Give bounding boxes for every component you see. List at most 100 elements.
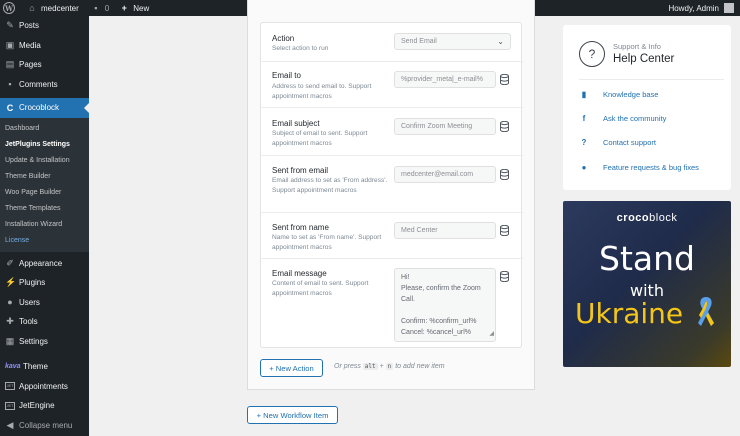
kbd-alt: alt [362,363,378,370]
media-icon: ▣ [5,39,15,50]
email-to-row: Email to Address to send email to. Suppo… [261,62,523,108]
email-subject-input[interactable]: Confirm Zoom Meeting [394,118,496,135]
email-message-textarea[interactable]: Hi! Please, confirm the Zoom Call. Confi… [394,268,496,342]
appointments-icon: JET [5,382,15,391]
action-settings-card: Action Select action to run Send Email ⌄… [260,22,523,348]
book-icon: ▮ [581,89,587,99]
feature-requests-link[interactable]: ● Feature requests & bug fixes [579,162,699,172]
hint-plus: + [379,363,384,370]
menu-item-theme[interactable]: kava Theme [0,357,89,377]
menu-label: Posts [19,21,40,31]
database-icon[interactable] [500,225,509,236]
sent-from-name-desc: Name to set as 'From name'. Support appo… [272,234,382,251]
action-desc: Select action to run [272,45,329,52]
menu-item-users[interactable]: ● Users [0,293,89,313]
collapse-menu-button[interactable]: ◀ Collapse menu [0,416,89,436]
menu-item-jetengine[interactable]: JET JetEngine [0,396,89,416]
logo-bold: croco [616,212,650,224]
submenu-theme-builder[interactable]: Theme Builder [0,169,89,185]
email-message-desc: Content of email to sent. Support appoin… [272,280,369,297]
submenu-jetplugins-settings[interactable]: JetPlugins Settings [0,137,89,153]
submenu-installation-wizard[interactable]: Installation Wizard [0,217,89,233]
email-to-title: Email to [272,71,301,80]
email-to-input[interactable]: %provider_meta|_e-mail% [394,71,496,88]
email-subject-desc: Subject of email to sent. Support appoin… [272,130,368,147]
database-icon[interactable] [500,121,509,132]
sent-from-name-row: Sent from name Name to set as 'From name… [261,213,523,259]
banner-line-3: Ukraine [575,297,684,330]
comments-link[interactable]: ▪ 0 [91,3,109,13]
account-menu[interactable]: Howdy, Admin [668,3,734,13]
action-select[interactable]: Send Email ⌄ [394,33,511,50]
email-subject-title: Email subject [272,119,320,128]
menu-item-posts[interactable]: ✎ Posts [0,16,89,36]
menu-label: JetEngine [19,401,55,411]
submenu-update-installation[interactable]: Update & Installation [0,153,89,169]
submenu-dashboard[interactable]: Dashboard [0,121,89,137]
message-line: Cancel: %cancel_url% [401,329,472,336]
divider [579,79,724,80]
database-icon[interactable] [500,271,509,282]
menu-label: Users [19,297,40,307]
community-link[interactable]: f Ask the community [579,113,667,123]
menu-item-media[interactable]: ▣ Media [0,36,89,56]
resize-handle-icon[interactable]: ◢ [489,329,494,340]
message-line: Hi! [401,274,410,281]
hint-prefix: Or press [334,363,361,370]
menu-item-appointments[interactable]: JET Appointments [0,377,89,397]
banner-line-1: Stand [599,239,695,278]
stand-with-ukraine-banner[interactable]: crocoblock Stand with Ukraine [563,201,731,367]
help-center-box: ? Support & Info Help Center ▮ Knowledge… [563,25,731,190]
email-to-desc: Address to send email to. Support appoin… [272,83,372,100]
sent-from-email-row: Sent from email Email address to set as … [261,156,523,213]
jetengine-icon: JET [5,401,15,410]
sent-from-name-title: Sent from name [272,223,329,232]
menu-item-plugins[interactable]: ⚡ Plugins [0,273,89,293]
submenu-woo-page-builder[interactable]: Woo Page Builder [0,185,89,201]
avatar [724,3,734,13]
menu-label: Media [19,40,41,50]
link-label: Knowledge base [603,89,659,99]
crocoblock-logo: crocoblock [563,212,731,224]
menu-label: Collapse menu [19,420,73,430]
submenu-theme-templates[interactable]: Theme Templates [0,201,89,217]
github-icon: ● [581,162,587,172]
sent-from-email-title: Sent from email [272,166,329,175]
new-content-link[interactable]: + New [119,3,150,13]
collapse-icon: ◀ [6,419,14,430]
wrench-icon: ✚ [6,316,14,327]
submenu-license[interactable]: License [0,233,89,249]
sent-from-name-input[interactable]: Med Center [394,222,496,239]
keyboard-hint: Or press alt + n to add new item [334,363,445,370]
kava-logo-icon: kava [5,363,21,371]
knowledge-base-link[interactable]: ▮ Knowledge base [579,89,659,99]
database-icon[interactable] [500,74,509,85]
menu-item-appearance[interactable]: ✐ Appearance [0,254,89,274]
menu-label: Tools [19,317,38,327]
new-workflow-item-button[interactable]: + New Workflow Item [247,406,338,424]
sent-from-email-input[interactable]: medcenter@email.com [394,166,496,183]
ribbon-icon [698,297,714,326]
menu-item-pages[interactable]: ▤ Pages [0,55,89,75]
menu-item-comments[interactable]: ▪ Comments [0,75,89,95]
help-subtitle: Support & Info [613,42,661,51]
howdy-text: Howdy, Admin [668,3,719,13]
menu-item-crocoblock[interactable]: C Crocoblock [0,98,89,118]
wordpress-logo-icon[interactable]: W [3,2,15,14]
menu-label: Appointments [19,381,68,391]
facebook-icon: f [582,113,586,123]
site-name-link[interactable]: ⌂ medcenter [27,3,79,13]
comments-count: 0 [104,3,110,13]
database-icon[interactable] [500,169,509,180]
menu-label: Appearance [19,258,63,268]
pages-icon: ▤ [5,59,15,70]
comment-icon: ▪ [94,3,98,13]
menu-item-settings[interactable]: ▦ Settings [0,332,89,352]
action-select-value: Send Email [401,38,437,45]
menu-item-tools[interactable]: ✚ Tools [0,312,89,332]
comments-icon: ▪ [8,79,12,90]
new-action-button[interactable]: + New Action [260,359,323,377]
user-icon: ● [7,297,13,308]
contact-support-link[interactable]: ? Contact support [579,137,656,147]
action-title: Action [272,34,295,43]
